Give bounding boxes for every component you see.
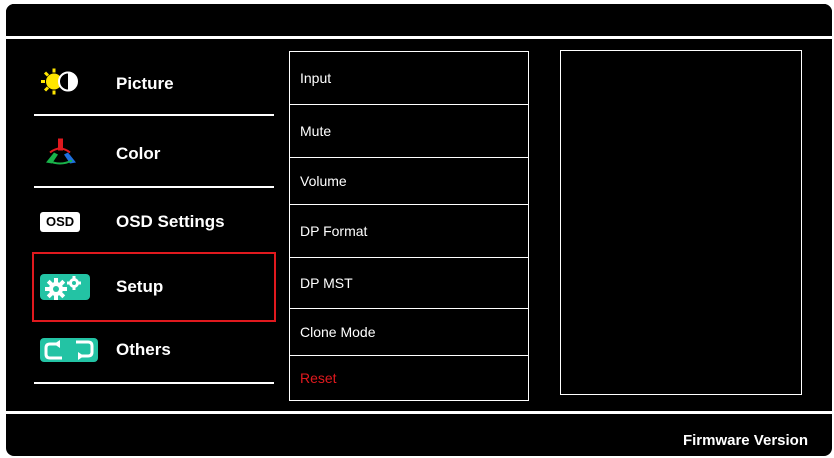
menu-label-osd-settings: OSD Settings xyxy=(116,212,225,231)
submenu-item-dp-mst[interactable]: DP MST xyxy=(289,257,529,309)
menu-label-others: Others xyxy=(116,340,171,359)
menu-item-others[interactable]: Others xyxy=(34,322,274,378)
top-divider xyxy=(6,36,832,39)
footer-bar: Firmware Version xyxy=(6,414,832,456)
menu-divider xyxy=(34,382,274,384)
menu-item-color[interactable]: Color xyxy=(34,126,274,182)
submenu-item-mute[interactable]: Mute xyxy=(289,104,529,158)
color-rgb-icon xyxy=(40,137,82,172)
others-arrows-icon xyxy=(40,338,98,362)
submenu-label: DP MST xyxy=(300,275,353,291)
submenu-label: Mute xyxy=(300,123,332,139)
menu-divider xyxy=(34,186,274,188)
submenu-label: Volume xyxy=(300,173,347,189)
firmware-version-label: Firmware Version xyxy=(682,432,808,449)
setup-gears-icon xyxy=(40,274,90,300)
submenu-label: DP Format xyxy=(300,223,368,239)
submenu-label: Input xyxy=(300,70,332,86)
detail-panel xyxy=(560,50,802,395)
top-bar xyxy=(6,4,832,35)
submenu-item-clone-mode[interactable]: Clone Mode xyxy=(289,308,529,356)
submenu-item-input[interactable]: Input xyxy=(289,51,529,105)
picture-brightness-icon xyxy=(40,68,82,101)
osd-badge-icon: OSD xyxy=(40,212,81,232)
submenu-label: Clone Mode xyxy=(300,324,376,340)
submenu-item-reset[interactable]: Reset xyxy=(289,355,529,401)
submenu-item-volume[interactable]: Volume xyxy=(289,157,529,205)
menu-divider xyxy=(34,114,274,116)
menu-item-picture[interactable]: Picture xyxy=(34,56,274,112)
submenu-item-dp-format[interactable]: DP Format xyxy=(289,204,529,258)
osd-window: Picture Color OSD OSD Settings Setup Oth… xyxy=(6,4,832,456)
menu-label-setup: Setup xyxy=(116,277,164,296)
menu-item-setup[interactable]: Setup xyxy=(32,252,276,322)
submenu-label: Reset xyxy=(300,370,337,386)
menu-label-picture: Picture xyxy=(116,74,174,93)
menu-label-color: Color xyxy=(116,144,161,163)
menu-item-osd-settings[interactable]: OSD OSD Settings xyxy=(34,194,274,250)
